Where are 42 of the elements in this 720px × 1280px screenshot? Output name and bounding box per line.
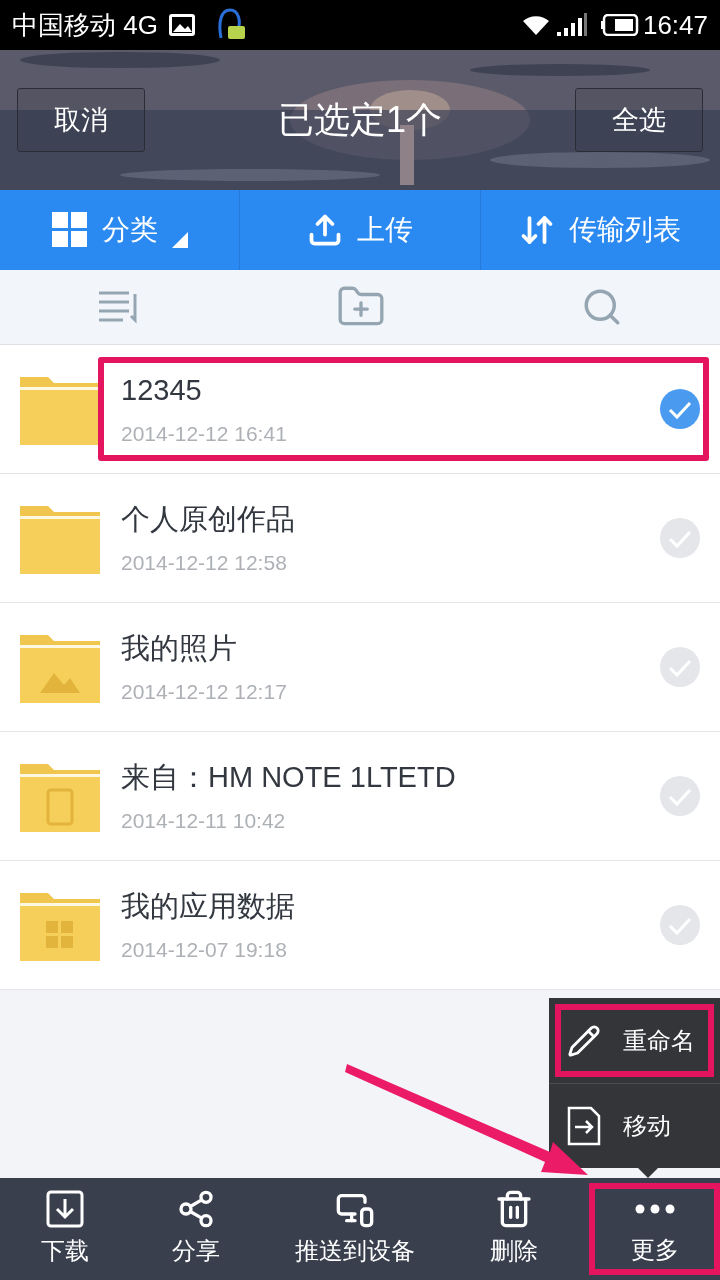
file-name: 我的应用数据 bbox=[121, 888, 296, 924]
category-tab[interactable]: 分类 bbox=[0, 190, 240, 270]
file-row[interactable]: 来自：HM NOTE 1LTETD 2014-12-11 10:42 bbox=[0, 732, 720, 861]
upload-icon bbox=[307, 212, 343, 248]
cancel-button[interactable]: 取消 bbox=[17, 88, 145, 152]
file-name: 个人原创作品 bbox=[121, 501, 296, 537]
clock-text: 16:47 bbox=[642, 8, 708, 42]
bottom-action[interactable]: 推送到设备 bbox=[261, 1183, 449, 1275]
file-date: 2014-12-07 19:18 bbox=[121, 937, 288, 963]
carrier-text: 中国移动 4G bbox=[12, 8, 158, 42]
download-icon bbox=[45, 1189, 86, 1229]
bottom-action[interactable]: 更多 bbox=[589, 1183, 720, 1275]
file-arrow-icon bbox=[567, 1106, 601, 1146]
check-icon[interactable] bbox=[660, 776, 700, 816]
file-date: 2014-12-12 12:58 bbox=[121, 550, 288, 576]
check-icon[interactable] bbox=[660, 518, 700, 558]
file-row[interactable]: 我的应用数据 2014-12-07 19:18 bbox=[0, 861, 720, 990]
bottom-action[interactable]: 分享 bbox=[130, 1183, 261, 1275]
file-name: 我的照片 bbox=[121, 630, 238, 666]
more-icon bbox=[634, 1204, 675, 1214]
check-icon[interactable] bbox=[660, 905, 700, 945]
bottom-action[interactable]: 删除 bbox=[448, 1183, 580, 1275]
wifi-icon bbox=[520, 13, 551, 37]
file-row[interactable]: 我的照片 2014-12-12 12:17 bbox=[0, 603, 720, 732]
bottom-action[interactable]: 下载 bbox=[0, 1183, 131, 1275]
file-date: 2014-12-12 16:41 bbox=[121, 421, 288, 447]
pencil-icon bbox=[567, 1023, 601, 1058]
signal-icon bbox=[556, 13, 587, 37]
menu-item[interactable]: 重命名 bbox=[549, 998, 720, 1083]
file-name: 12345 bbox=[121, 372, 203, 408]
file-row[interactable]: 12345 2014-12-12 16:41 bbox=[0, 345, 720, 474]
check-icon[interactable] bbox=[660, 389, 700, 429]
grid-icon bbox=[51, 212, 88, 248]
file-name: 来自：HM NOTE 1LTETD bbox=[121, 759, 457, 795]
selection-title: 已选定1个 bbox=[277, 98, 443, 142]
file-row[interactable]: 个人原创作品 2014-12-12 12:58 bbox=[0, 474, 720, 603]
select-all-button[interactable]: 全选 bbox=[575, 88, 703, 152]
image-icon bbox=[167, 13, 196, 37]
battery-icon bbox=[600, 14, 639, 36]
check-icon[interactable] bbox=[660, 647, 700, 687]
file-date: 2014-12-12 12:17 bbox=[121, 679, 288, 705]
file-date: 2014-12-11 10:42 bbox=[121, 808, 287, 834]
